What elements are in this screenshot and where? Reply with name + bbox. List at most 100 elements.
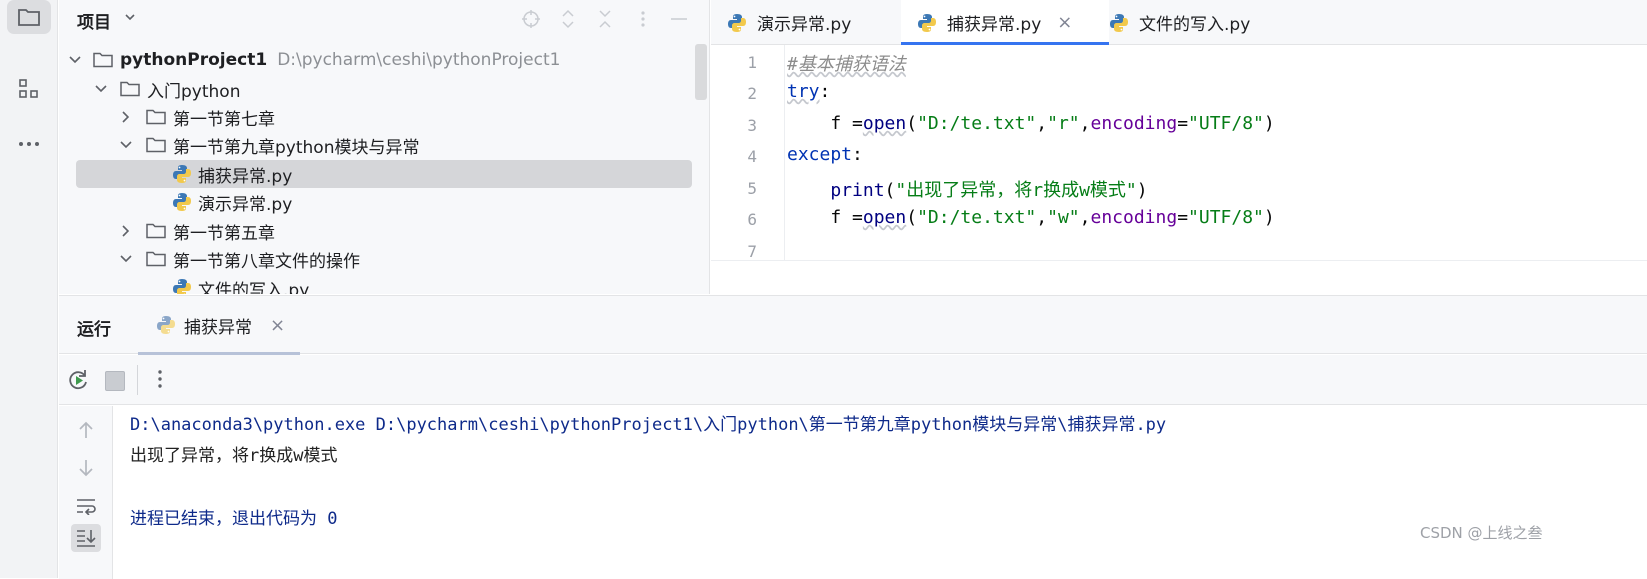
code-string: "UTF/8" <box>1188 113 1264 134</box>
code-string: "UTF/8" <box>1188 207 1264 228</box>
code-punct: : <box>820 81 831 102</box>
code-param: encoding <box>1090 113 1177 134</box>
structure-icon[interactable] <box>7 72 51 106</box>
line-number-gutter: 1 2 3 4 5 6 7 <box>711 45 785 260</box>
console-line-exit: 进程已结束，退出代码为 0 <box>130 504 337 529</box>
code-function: open <box>863 207 906 228</box>
chevron-down-icon[interactable] <box>118 251 134 267</box>
code-line-3[interactable]: f =open("D:/te.txt","r",encoding="UTF/8"… <box>787 113 1275 134</box>
toolbar-divider <box>137 365 138 395</box>
tool-window-strip <box>0 0 58 578</box>
console-line-output: 出现了异常，将r换成w模式 <box>130 441 337 466</box>
run-tab-label: 捕获异常 <box>184 313 252 338</box>
rerun-icon[interactable] <box>65 367 91 397</box>
tree-item-label: 第一节第九章python模块与异常 <box>173 133 419 158</box>
run-toolbar <box>59 355 1647 405</box>
project-panel-title[interactable]: 项目 <box>77 8 111 33</box>
chevron-down-icon[interactable] <box>118 137 134 153</box>
tree-item-label: 第一节第八章文件的操作 <box>173 247 360 272</box>
soft-wrap-icon[interactable] <box>71 492 101 520</box>
stop-icon[interactable] <box>105 371 125 391</box>
code-punct: ) <box>1137 180 1148 201</box>
tree-item-path: D:\pycharm\ceshi\pythonProject1 <box>277 50 560 70</box>
arrow-down-icon[interactable] <box>71 454 101 482</box>
chevron-right-icon[interactable] <box>118 223 134 239</box>
project-panel-header: 项目 <box>59 0 710 40</box>
code-variable: f = <box>787 207 863 228</box>
python-file-icon <box>172 164 192 184</box>
tree-item-label: 第一节第五章 <box>173 219 275 244</box>
folder-icon <box>146 109 166 125</box>
more-tools-icon[interactable] <box>7 127 51 161</box>
tree-item-file[interactable]: 文件的写入.py <box>59 274 699 294</box>
code-line-2[interactable]: try: <box>787 81 830 102</box>
tree-item-file-selected[interactable]: 捕获异常.py <box>59 160 699 188</box>
project-folder-icon[interactable] <box>7 0 51 34</box>
code-line-6[interactable]: f =open("D:/te.txt","w",encoding="UTF/8"… <box>787 207 1275 228</box>
code-punct: , <box>1080 113 1091 134</box>
code-param: encoding <box>1090 207 1177 228</box>
code-line-4[interactable]: except: <box>787 144 863 165</box>
code-line-5[interactable]: print("出现了异常，将r换成w模式") <box>787 176 1148 202</box>
line-number: 2 <box>711 84 757 103</box>
locate-icon[interactable] <box>519 7 543 31</box>
tree-item-folder[interactable]: 第一节第八章文件的操作 <box>59 245 699 273</box>
chevron-down-icon[interactable] <box>67 52 83 68</box>
line-number: 4 <box>711 147 757 166</box>
code-indent <box>787 180 830 201</box>
run-tab[interactable]: 捕获异常 × <box>138 296 300 354</box>
code-string: "w" <box>1047 207 1080 228</box>
tab-file-write[interactable]: 文件的写入.py <box>1109 0 1299 45</box>
expand-all-icon[interactable] <box>556 7 580 31</box>
scroll-to-end-icon[interactable] <box>71 524 101 552</box>
tree-item-folder[interactable]: 入门python <box>59 75 699 103</box>
chevron-down-icon[interactable] <box>123 9 137 28</box>
code-line-1[interactable]: #基本捕获语法 <box>787 50 906 76</box>
project-panel: 项目 pythonProject1 D:\pycharm\ceshi\python… <box>59 0 710 294</box>
active-tab-indicator <box>901 42 1109 45</box>
tree-item-folder[interactable]: 第一节第五章 <box>59 217 699 245</box>
code-punct: ( <box>906 207 917 228</box>
code-punct: : <box>852 144 863 165</box>
arrow-up-icon[interactable] <box>71 416 101 444</box>
code-string: "D:/te.txt" <box>917 207 1036 228</box>
line-number: 6 <box>711 210 757 229</box>
selection-highlight <box>76 160 692 188</box>
close-icon[interactable]: × <box>270 315 285 336</box>
code-function: print <box>830 180 884 201</box>
tree-item-label: pythonProject1 <box>120 50 267 70</box>
line-number: 1 <box>711 53 757 72</box>
tree-item-label: 第一节第七章 <box>173 105 275 130</box>
code-keyword: except <box>787 144 852 165</box>
tab-demo-exception[interactable]: 演示异常.py <box>727 0 899 45</box>
tree-item-label: 捕获异常.py <box>198 162 292 187</box>
tab-label: 演示异常.py <box>757 10 851 35</box>
collapse-all-icon[interactable] <box>593 7 617 31</box>
options-icon[interactable] <box>631 7 655 31</box>
run-panel-title[interactable]: 运行 <box>77 315 111 340</box>
tree-item-folder[interactable]: 第一节第九章python模块与异常 <box>59 131 699 159</box>
run-panel: 运行 捕获异常 × D:\ana <box>59 295 1647 578</box>
console-line-command: D:\anaconda3\python.exe D:\pycharm\ceshi… <box>130 410 1166 435</box>
code-string: "D:/te.txt" <box>917 113 1036 134</box>
line-number: 5 <box>711 179 757 198</box>
chevron-right-icon[interactable] <box>118 109 134 125</box>
editor-tab-bar: 演示异常.py 捕获异常.py × 文件的写入.py <box>711 0 1647 45</box>
project-scrollbar[interactable] <box>695 44 707 100</box>
tree-item-file[interactable]: 演示异常.py <box>59 188 699 216</box>
tree-item-label: 文件的写入.py <box>198 276 309 295</box>
editor-divider <box>711 260 1647 261</box>
code-punct: = <box>1177 113 1188 134</box>
minimize-icon[interactable] <box>667 7 691 31</box>
python-file-icon <box>727 13 747 33</box>
python-file-icon <box>917 13 937 33</box>
tree-item-project-root[interactable]: pythonProject1 D:\pycharm\ceshi\pythonPro… <box>59 46 699 74</box>
watermark: CSDN @上线之叁 <box>1420 522 1543 543</box>
chevron-down-icon[interactable] <box>93 81 109 97</box>
tab-catch-exception[interactable]: 捕获异常.py × <box>901 0 1109 45</box>
close-icon[interactable]: × <box>1057 12 1072 33</box>
editor-area: 演示异常.py 捕获异常.py × 文件的写入.py 1 2 3 4 5 6 7… <box>711 0 1647 294</box>
code-punct: , <box>1036 113 1047 134</box>
more-options-icon[interactable] <box>157 369 163 393</box>
tree-item-folder[interactable]: 第一节第七章 <box>59 103 699 131</box>
